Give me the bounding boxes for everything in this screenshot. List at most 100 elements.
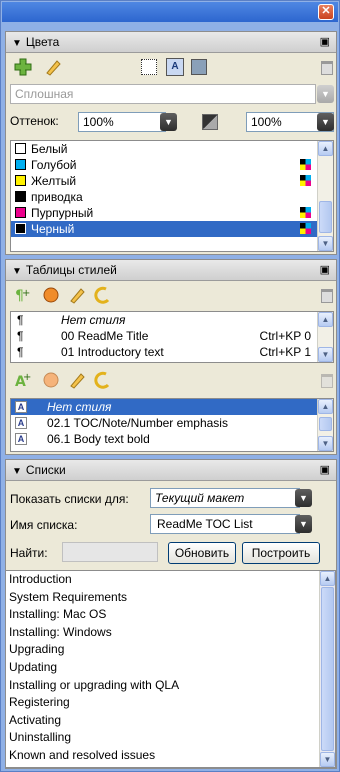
list-item[interactable]: Installing: Windows bbox=[6, 624, 335, 642]
swatch-color-chip bbox=[15, 143, 26, 154]
scroll-thumb[interactable] bbox=[321, 587, 334, 751]
scroll-up-button[interactable]: ▲ bbox=[318, 141, 333, 156]
delete-char-style-trash-icon[interactable] bbox=[321, 374, 333, 388]
new-character-style-icon[interactable]: A + bbox=[14, 371, 32, 389]
character-style-icon: A bbox=[15, 401, 27, 413]
show-lists-for-dropdown-arrow[interactable]: ▼ bbox=[295, 489, 312, 507]
swatch-name: Желтый bbox=[31, 174, 77, 188]
list-name-dropdown-arrow[interactable]: ▼ bbox=[295, 515, 312, 533]
colors-toolbar: A bbox=[6, 53, 336, 81]
update-char-style-icon[interactable] bbox=[94, 371, 112, 389]
list-items-scrollbar[interactable]: ▲ ▼ bbox=[319, 571, 335, 767]
cmyk-process-icon bbox=[300, 159, 311, 170]
tint-dropdown-arrow[interactable]: ▼ bbox=[160, 113, 177, 131]
swatch-row[interactable]: Черный bbox=[11, 221, 333, 237]
swatch-row[interactable]: приводка bbox=[11, 189, 333, 205]
paragraph-style-icon: ¶ bbox=[17, 313, 24, 327]
cmyk-process-icon bbox=[300, 207, 311, 218]
scroll-down-button[interactable]: ▼ bbox=[318, 236, 333, 251]
lists-panel: ▼ Списки ▣ Показать списки для: Текущий м… bbox=[5, 459, 337, 769]
build-button[interactable]: Построить bbox=[242, 542, 320, 564]
swatch-row[interactable]: Голубой bbox=[11, 157, 333, 173]
character-style-row[interactable]: A 02.1 TOC/Note/Number emphasis bbox=[11, 415, 333, 431]
delete-trash-icon[interactable] bbox=[321, 61, 333, 75]
colors-panel: ▼ Цвета ▣ A Сплошная ▼ Оттенок: 100% ▼ 10… bbox=[5, 31, 337, 255]
update-button[interactable]: Обновить bbox=[168, 542, 236, 564]
scroll-up-button[interactable]: ▲ bbox=[318, 312, 333, 327]
character-style-name: 02.1 TOC/Note/Number emphasis bbox=[47, 416, 228, 430]
background-color-icon[interactable] bbox=[191, 59, 207, 75]
list-item[interactable]: Activating bbox=[6, 712, 335, 730]
scroll-down-button[interactable]: ▼ bbox=[318, 436, 333, 451]
scroll-up-button[interactable]: ▲ bbox=[320, 571, 335, 586]
swatch-name: Черный bbox=[31, 222, 75, 236]
scroll-down-button[interactable]: ▼ bbox=[318, 347, 333, 362]
new-paragraph-style-icon[interactable]: ¶ + bbox=[14, 286, 32, 304]
update-style-icon[interactable] bbox=[94, 286, 112, 304]
collapse-triangle-icon[interactable]: ▼ bbox=[12, 38, 22, 49]
paragraph-style-row[interactable]: ¶ Нет стиля bbox=[11, 312, 333, 328]
swatch-row[interactable]: Пурпурный bbox=[11, 205, 333, 221]
collapse-triangle-icon[interactable]: ▼ bbox=[12, 466, 22, 477]
list-item[interactable]: Installing or upgrading with QLA bbox=[6, 677, 335, 695]
style-sheets-panel: ▼ Таблицы стилей ▣ ¶ + ¶ Нет стиля ¶ 00 Read… bbox=[5, 259, 337, 455]
lists-panel-header[interactable]: ▼ Списки ▣ bbox=[6, 460, 336, 481]
collapse-triangle-icon[interactable]: ▼ bbox=[12, 266, 22, 277]
delete-style-trash-icon[interactable] bbox=[321, 289, 333, 303]
swatch-name: Белый bbox=[31, 142, 68, 156]
paragraph-style-name: 00 ReadMe Title bbox=[61, 329, 149, 343]
scroll-thumb[interactable] bbox=[319, 201, 332, 233]
edit-style-pencil-icon[interactable] bbox=[68, 286, 86, 304]
lists-panel-title: Списки bbox=[25, 463, 66, 477]
character-style-row[interactable]: A Нет стиля bbox=[11, 399, 333, 415]
list-item[interactable]: Registering bbox=[6, 694, 335, 712]
find-input[interactable] bbox=[62, 542, 158, 562]
duplicate-char-style-icon[interactable] bbox=[42, 371, 60, 389]
swatch-list-scrollbar[interactable]: ▲ ▼ bbox=[317, 141, 333, 251]
list-item[interactable]: Upgrading bbox=[6, 641, 335, 659]
frame-color-icon[interactable] bbox=[141, 59, 157, 75]
scroll-down-button[interactable]: ▼ bbox=[320, 752, 335, 767]
new-color-plus-icon[interactable] bbox=[14, 58, 32, 76]
cmyk-process-icon bbox=[300, 175, 311, 186]
list-item[interactable]: Updating bbox=[6, 659, 335, 677]
panel-menu-icon[interactable]: ▣ bbox=[320, 460, 330, 480]
duplicate-style-icon[interactable] bbox=[42, 286, 60, 304]
color-type-dropdown[interactable]: Сплошная bbox=[10, 84, 316, 104]
character-list-scrollbar[interactable]: ▲ ▼ bbox=[317, 399, 333, 451]
panel-menu-icon[interactable]: ▣ bbox=[320, 260, 330, 280]
title-bar[interactable]: ✕ bbox=[2, 2, 338, 22]
list-item[interactable]: Uninstalling bbox=[6, 729, 335, 747]
list-item[interactable]: Installing: Mac OS bbox=[6, 606, 335, 624]
opacity-dropdown-arrow[interactable]: ▼ bbox=[317, 113, 334, 131]
scroll-up-button[interactable]: ▲ bbox=[318, 399, 333, 414]
style-sheets-title: Таблицы стилей bbox=[25, 263, 117, 277]
tint-field[interactable]: 100% bbox=[78, 112, 166, 132]
swatch-color-chip bbox=[15, 223, 26, 234]
paragraph-style-icon: ¶ bbox=[17, 345, 24, 359]
close-button[interactable]: ✕ bbox=[318, 4, 334, 20]
find-label: Найти: bbox=[10, 546, 48, 560]
colors-panel-header[interactable]: ▼ Цвета ▣ bbox=[6, 32, 336, 53]
text-color-icon[interactable]: A bbox=[166, 58, 184, 76]
list-item[interactable]: Known and resolved issues bbox=[6, 747, 335, 765]
swatch-row[interactable]: Желтый bbox=[11, 173, 333, 189]
swatch-name: Пурпурный bbox=[31, 206, 94, 220]
list-item[interactable]: System Requirements bbox=[6, 589, 335, 607]
style-shortcut: Ctrl+KP 1 bbox=[259, 345, 311, 359]
panel-menu-icon[interactable]: ▣ bbox=[320, 32, 330, 52]
swatch-color-chip bbox=[15, 191, 26, 202]
paragraph-style-row[interactable]: ¶ 01 Introductory text Ctrl+KP 1 bbox=[11, 344, 333, 360]
show-lists-for-dropdown[interactable]: Текущий макет bbox=[150, 488, 300, 508]
color-type-dropdown-arrow[interactable]: ▼ bbox=[317, 85, 334, 103]
list-name-dropdown[interactable]: ReadMe TOC List bbox=[150, 514, 300, 534]
scroll-thumb[interactable] bbox=[319, 417, 332, 431]
list-item[interactable]: Introduction bbox=[6, 571, 335, 589]
character-style-row[interactable]: A 06.1 Body text bold bbox=[11, 431, 333, 447]
edit-pencil-icon[interactable] bbox=[44, 58, 62, 76]
paragraph-list-scrollbar[interactable]: ▲ ▼ bbox=[317, 312, 333, 362]
edit-char-style-pencil-icon[interactable] bbox=[68, 371, 86, 389]
paragraph-style-row[interactable]: ¶ 00 ReadMe Title Ctrl+KP 0 bbox=[11, 328, 333, 344]
style-sheets-header[interactable]: ▼ Таблицы стилей ▣ bbox=[6, 260, 336, 281]
swatch-row[interactable]: Белый bbox=[11, 141, 333, 157]
